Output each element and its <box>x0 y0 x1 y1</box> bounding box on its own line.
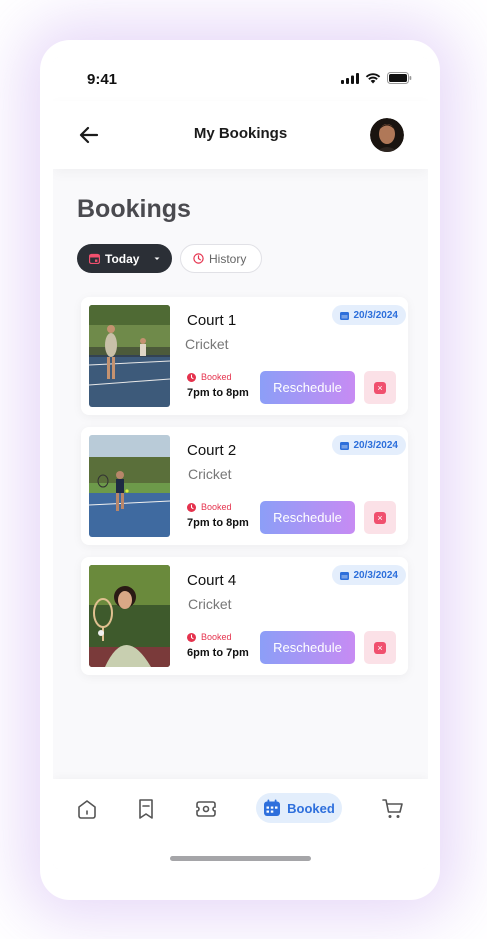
booking-status-label: Booked <box>201 632 232 642</box>
booking-status: Booked <box>187 632 232 642</box>
bottom-nav: Booked <box>53 779 428 869</box>
status-time: 9:41 <box>87 71 118 88</box>
sport-label: Cricket <box>188 596 232 612</box>
status-bar: 9:41 <box>53 57 428 101</box>
nav-booked-label: Booked <box>287 800 335 816</box>
app-header: My Bookings <box>53 101 428 169</box>
close-icon: × <box>374 511 386 524</box>
avatar[interactable] <box>370 118 404 152</box>
today-filter-label: Today <box>105 251 140 266</box>
nav-booked-tab[interactable]: Booked <box>256 793 342 823</box>
booking-status: Booked <box>187 502 232 512</box>
date-badge: 20/3/2024 <box>331 565 406 585</box>
court-photo <box>89 305 170 407</box>
clock-icon <box>187 632 196 642</box>
cancel-booking-button[interactable]: × <box>364 501 396 534</box>
history-filter-button[interactable]: History <box>180 244 262 273</box>
calendar-icon <box>339 441 349 450</box>
court-name: Court 4 <box>187 572 237 589</box>
home-icon[interactable] <box>75 797 99 821</box>
phone-screen: 9:41 My Bookings Bookings Today History … <box>53 57 428 869</box>
booking-date: 20/3/2024 <box>353 309 399 321</box>
court-photo <box>89 565 170 667</box>
signal-icon <box>341 72 359 84</box>
booking-card: Court 1 Cricket 20/3/2024 Booked 7pm to … <box>81 297 408 415</box>
booking-card: Court 4 Cricket 20/3/2024 Booked 6pm to … <box>81 557 408 675</box>
bookmark-icon[interactable] <box>134 797 158 821</box>
booking-date: 20/3/2024 <box>353 439 399 451</box>
chevron-down-icon <box>154 257 160 260</box>
history-filter-label: History <box>209 251 247 266</box>
battery-icon <box>387 72 412 84</box>
date-badge: 20/3/2024 <box>331 435 406 455</box>
cart-icon[interactable] <box>381 797 405 821</box>
calendar-icon <box>339 571 349 580</box>
wifi-icon <box>365 73 381 84</box>
close-icon: × <box>374 641 386 654</box>
status-icons <box>341 72 412 84</box>
reschedule-button[interactable]: Reschedule <box>260 631 355 664</box>
booking-date: 20/3/2024 <box>353 569 399 581</box>
time-slot: 6pm to 7pm <box>187 647 249 659</box>
booking-status-label: Booked <box>201 502 232 512</box>
calendar-icon <box>339 311 349 320</box>
clock-icon <box>187 502 196 512</box>
page-title: Bookings <box>77 195 191 223</box>
clock-icon <box>193 253 204 264</box>
court-name: Court 1 <box>187 312 237 329</box>
booking-status: Booked <box>187 372 232 382</box>
calendar-icon <box>264 799 281 816</box>
court-photo <box>89 435 170 537</box>
sport-label: Cricket <box>188 466 232 482</box>
cancel-booking-button[interactable]: × <box>364 371 396 404</box>
reschedule-button[interactable]: Reschedule <box>260 371 355 404</box>
home-indicator <box>170 856 311 861</box>
ticket-icon[interactable] <box>194 797 218 821</box>
time-slot: 7pm to 8pm <box>187 517 249 529</box>
calendar-icon <box>89 253 100 264</box>
sport-label: Cricket <box>185 336 229 352</box>
clock-icon <box>187 372 196 382</box>
close-icon: × <box>374 381 386 394</box>
today-filter-button[interactable]: Today <box>77 244 172 273</box>
court-name: Court 2 <box>187 442 237 459</box>
cancel-booking-button[interactable]: × <box>364 631 396 664</box>
date-badge: 20/3/2024 <box>331 305 406 325</box>
booking-status-label: Booked <box>201 372 232 382</box>
booking-card: Court 2 Cricket 20/3/2024 Booked 7pm to … <box>81 427 408 545</box>
reschedule-button[interactable]: Reschedule <box>260 501 355 534</box>
time-slot: 7pm to 8pm <box>187 387 249 399</box>
